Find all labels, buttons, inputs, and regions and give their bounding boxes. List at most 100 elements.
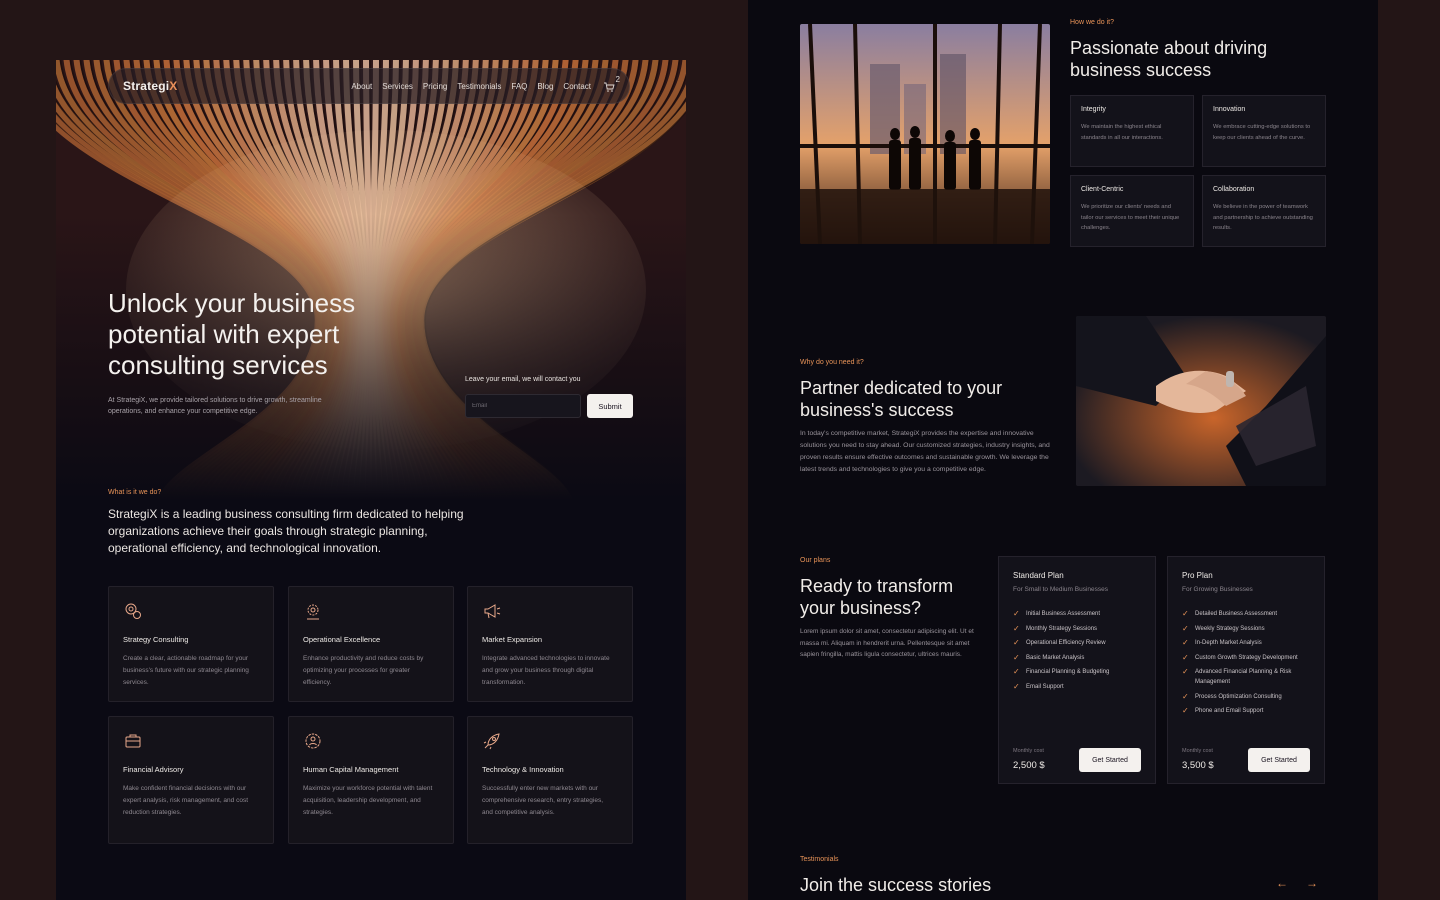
value-description: We believe in the power of teamwork and … xyxy=(1213,204,1313,231)
why-eyebrow: Why do you need it? xyxy=(800,359,864,366)
plan-feature: ✓ Advanced Financial Planning & Risk Mana… xyxy=(1182,667,1292,685)
handshake-photo xyxy=(1076,316,1326,486)
check-icon: ✓ xyxy=(1013,623,1020,633)
service-card-market-expansion[interactable]: Market Expansion Integrate advanced tech… xyxy=(467,586,633,702)
service-title: Technology & Innovation xyxy=(482,765,564,774)
check-icon: ✓ xyxy=(1182,652,1189,662)
value-card-integrity: Integrity We maintain the highest ethica… xyxy=(1070,95,1194,167)
check-icon: ✓ xyxy=(1182,667,1189,676)
plan-card-standard: Standard Plan For Small to Medium Busine… xyxy=(998,556,1156,784)
testimonials-title: Join the success stories xyxy=(800,875,992,895)
nav-link-services[interactable]: Services xyxy=(382,82,413,91)
plan-feature: ✓ Weekly Strategy Sessions xyxy=(1182,623,1265,633)
hero-title: Unlock your business potential with expe… xyxy=(108,288,356,380)
value-card-innovation: Innovation We embrace cutting-edge solut… xyxy=(1202,95,1326,167)
plan-feature: ✓ Initial Business Assessment xyxy=(1013,609,1101,618)
service-title: Human Capital Management xyxy=(303,765,399,774)
value-card-collaboration: Collaboration We believe in the power of… xyxy=(1202,175,1326,247)
service-description: Integrate advanced technologies to innov… xyxy=(482,655,610,686)
plan-feature: ✓ Custom Growth Strategy Development xyxy=(1182,652,1298,662)
nav-link-blog[interactable]: Blog xyxy=(537,82,553,91)
value-title: Collaboration xyxy=(1213,186,1255,193)
value-title: Client-Centric xyxy=(1081,186,1124,193)
hero-overlay xyxy=(56,60,686,500)
plan-features: ✓ Detailed Business Assessment ✓ Weekly St… xyxy=(1182,609,1310,716)
plan-cost-label: Monthly cost xyxy=(1013,748,1044,754)
plan-price: 2,500 $ xyxy=(1013,760,1045,771)
check-icon: ✓ xyxy=(1182,623,1189,633)
check-icon: ✓ xyxy=(1182,609,1189,618)
nav-link-about[interactable]: About xyxy=(351,82,372,91)
brand-logo[interactable]: StrategiX xyxy=(123,79,178,93)
email-input[interactable] xyxy=(465,394,581,418)
nav-link-pricing[interactable]: Pricing xyxy=(423,82,447,91)
value-description: We maintain the highest ethical standard… xyxy=(1081,124,1163,141)
service-description: Maximize your workforce potential with t… xyxy=(303,785,433,816)
service-card-operational-excellence[interactable]: Operational Excellence Enhance productiv… xyxy=(288,586,454,702)
check-icon: ✓ xyxy=(1182,638,1189,647)
plan-feature: ✓ Basic Market Analysis xyxy=(1013,652,1085,662)
landing-page-right: How we do it? Passionate about driving b… xyxy=(748,0,1378,900)
plan-subtitle: For Growing Businesses xyxy=(1182,586,1253,593)
nav-links: About Services Pricing Testimonials FAQ … xyxy=(351,75,620,92)
hero-description: At StrategiX, we provide tailored soluti… xyxy=(108,397,322,415)
briefcase-icon xyxy=(125,734,141,748)
service-description: Enhance productivity and reduce costs by… xyxy=(303,655,424,686)
person-gear-icon xyxy=(305,733,321,749)
service-title: Financial Advisory xyxy=(123,765,184,774)
plan-feature: ✓ Process Optimization Consulting xyxy=(1182,691,1282,701)
service-card-technology-innovation[interactable]: Technology & Innovation Successfully ent… xyxy=(467,716,633,844)
megaphone-icon xyxy=(484,604,501,619)
plan-feature: ✓ Phone and Email Support xyxy=(1182,706,1264,715)
plan-feature: ✓ Financial Planning & Budgeting xyxy=(1013,667,1110,676)
value-title: Integrity xyxy=(1081,106,1106,113)
value-description: We prioritize our clients' needs and tai… xyxy=(1081,204,1180,231)
check-icon: ✓ xyxy=(1182,706,1189,715)
check-icon: ✓ xyxy=(1013,609,1020,618)
service-card-strategy-consulting[interactable]: Strategy Consulting Create a clear, acti… xyxy=(108,586,274,702)
plan-feature: ✓ In-Depth Market Analysis xyxy=(1182,638,1262,647)
plan-subtitle: For Small to Medium Businesses xyxy=(1013,586,1109,593)
plans-eyebrow: Our plans xyxy=(800,557,831,564)
nav-link-testimonials[interactable]: Testimonials xyxy=(457,82,501,91)
plan-card-pro: Pro Plan For Growing Businesses ✓ Detaile… xyxy=(1167,556,1325,784)
service-title: Market Expansion xyxy=(482,635,543,644)
value-title: Innovation xyxy=(1213,106,1246,113)
plan-name: Standard Plan xyxy=(1013,571,1064,580)
get-started-standard-button[interactable]: Get Started xyxy=(1079,748,1141,772)
how-eyebrow: How we do it? xyxy=(1070,19,1114,26)
submit-button[interactable]: Submit xyxy=(587,394,633,418)
what-eyebrow: What is it we do? xyxy=(108,489,162,496)
cart-icon[interactable]: 2 xyxy=(603,75,620,92)
check-icon: ✓ xyxy=(1013,667,1020,676)
check-icon: ✓ xyxy=(1013,652,1020,662)
plan-feature: ✓ Monthly Strategy Sessions xyxy=(1013,623,1098,633)
get-started-pro-button[interactable]: Get Started xyxy=(1248,748,1310,772)
service-description: Create a clear, actionable roadmap for y… xyxy=(123,655,249,686)
service-card-financial-advisory[interactable]: Financial Advisory Make confident financ… xyxy=(108,716,274,844)
check-icon: ✓ xyxy=(1013,638,1020,647)
check-icon: ✓ xyxy=(1182,691,1189,701)
landing-page-left: StrategiX About Services Pricing Testimo… xyxy=(56,60,686,900)
plans-body: Lorem ipsum dolor sit amet, consectetur … xyxy=(800,628,974,658)
value-description: We embrace cutting-edge solutions to kee… xyxy=(1213,124,1311,141)
cart-count-badge: 2 xyxy=(615,75,620,84)
service-description: Successfully enter new markets with our … xyxy=(482,785,604,816)
nav-link-contact[interactable]: Contact xyxy=(563,82,591,91)
team-office-photo xyxy=(800,24,1050,244)
why-body: In today's competitive market, StrategiX… xyxy=(800,430,1050,473)
arrow-left-icon[interactable]: ← xyxy=(1276,876,1288,890)
service-description: Make confident financial decisions with … xyxy=(123,785,249,816)
check-icon: ✓ xyxy=(1013,681,1020,691)
plan-features: ✓ Initial Business Assessment ✓ Monthly St… xyxy=(1013,609,1141,692)
why-title: Partner dedicated to your business's suc… xyxy=(800,378,1003,420)
plan-feature: ✓ Email Support xyxy=(1013,681,1064,691)
service-card-human-capital[interactable]: Human Capital Management Maximize your w… xyxy=(288,716,454,844)
nav-link-faq[interactable]: FAQ xyxy=(511,82,527,91)
plan-feature: ✓ Detailed Business Assessment xyxy=(1182,609,1278,618)
arrow-right-icon[interactable]: → xyxy=(1306,876,1318,890)
plan-feature: ✓ Operational Efficiency Review xyxy=(1013,638,1106,647)
what-description: StrategiX is a leading business consulti… xyxy=(108,507,464,555)
plans-title: Ready to transform your business? xyxy=(800,576,954,618)
how-title: Passionate about driving business succes… xyxy=(1070,38,1268,80)
